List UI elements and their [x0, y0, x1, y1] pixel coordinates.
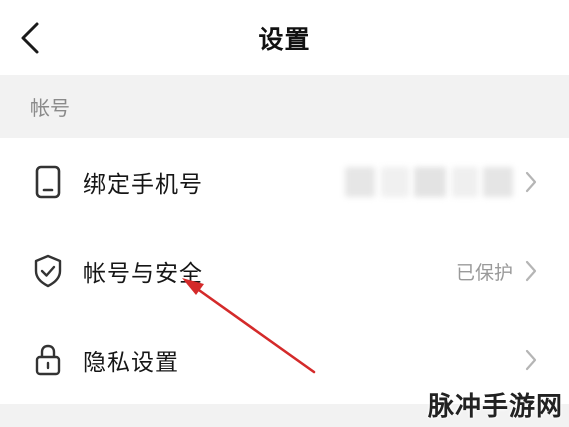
chevron-right-icon [523, 348, 539, 372]
phone-number-redacted [341, 160, 517, 204]
security-status-value: 已保护 [455, 261, 513, 284]
top-bar: 设置 [0, 0, 569, 75]
chevron-right-icon [523, 170, 539, 194]
row-label-privacy: 隐私设置 [83, 350, 179, 376]
phone-icon [30, 164, 66, 200]
lock-icon [30, 342, 66, 378]
section-header-account: 帐号 [0, 75, 569, 138]
back-button[interactable] [10, 18, 50, 58]
watermark-logo: 脉冲手游网 [427, 392, 563, 422]
row-label-bind-phone: 绑定手机号 [83, 172, 203, 198]
page-title: 设置 [258, 24, 311, 54]
row-account-security[interactable]: 帐号与安全 已保护 [0, 227, 569, 315]
settings-screen: 设置 帐号 绑定手机号 帐号与安全 已保护 隐私设置 脉冲手游网 [0, 0, 569, 427]
chevron-left-icon [21, 22, 39, 54]
section-title: 帐号 [30, 96, 70, 120]
shield-check-icon [30, 253, 66, 289]
row-label-account-security: 帐号与安全 [83, 261, 203, 287]
row-bind-phone[interactable]: 绑定手机号 [0, 138, 569, 226]
chevron-right-icon [523, 259, 539, 283]
